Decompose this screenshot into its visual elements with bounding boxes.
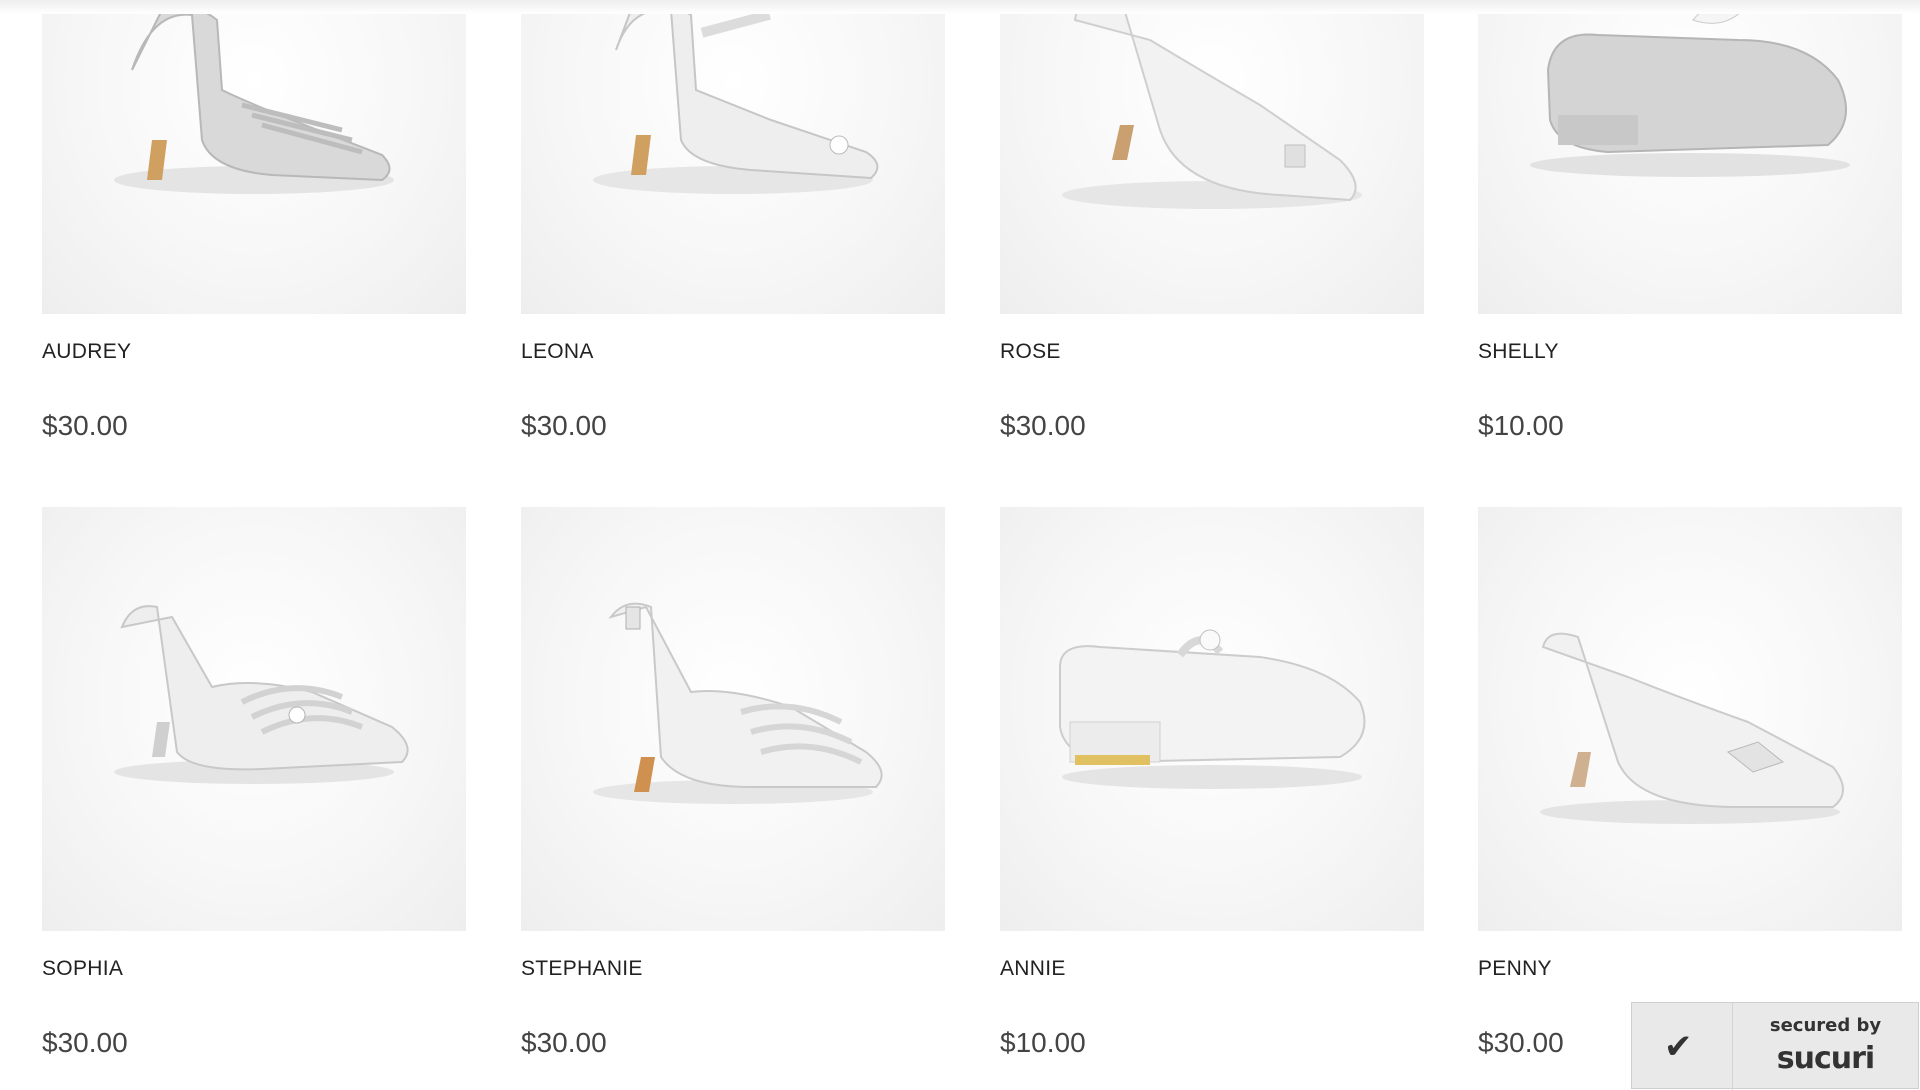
shoe-icon <box>593 602 883 804</box>
product-image[interactable] <box>521 0 945 314</box>
product-image[interactable] <box>42 0 466 314</box>
product-name[interactable]: AUDREY <box>42 340 131 364</box>
product-image[interactable] <box>42 507 466 931</box>
sucuri-security-badge[interactable]: ✔ secured by sucuri <box>1631 1002 1919 1090</box>
product-name[interactable]: ANNIE <box>1000 957 1066 981</box>
product-image[interactable] <box>1478 0 1902 314</box>
shoe-icon <box>1062 0 1362 209</box>
product-card[interactable]: ANNIE $10.00 <box>1000 507 1424 1058</box>
product-card[interactable]: ROSE $30.00 <box>1000 0 1424 441</box>
product-price: $30.00 <box>521 410 607 441</box>
shoe-icon <box>114 605 409 784</box>
product-card[interactable]: LEONA $30.00 <box>521 0 945 441</box>
header-shadow <box>0 0 1920 14</box>
product-card[interactable]: SOPHIA $30.00 <box>42 507 466 1058</box>
product-name[interactable]: PENNY <box>1478 957 1552 981</box>
product-card[interactable]: SHELLY $10.00 <box>1478 0 1902 441</box>
product-price: $10.00 <box>1478 410 1564 441</box>
product-name[interactable]: STEPHANIE <box>521 957 643 981</box>
product-price: $30.00 <box>42 1027 128 1058</box>
product-name[interactable]: ROSE <box>1000 340 1061 364</box>
shoe-icon <box>1059 629 1366 789</box>
product-image[interactable] <box>1000 507 1424 931</box>
sucuri-logo: sucuri <box>1776 1041 1875 1076</box>
product-image[interactable] <box>521 507 945 931</box>
badge-secured-by-text: secured by <box>1769 1015 1882 1036</box>
shoe-icon <box>1540 632 1844 824</box>
product-image[interactable] <box>1000 0 1424 314</box>
shoe-icon <box>593 2 879 194</box>
checkmark-icon: ✔ <box>1664 1028 1693 1066</box>
product-price: $10.00 <box>1000 1027 1086 1058</box>
product-card[interactable]: STEPHANIE $30.00 <box>521 507 945 1058</box>
product-price: $30.00 <box>42 410 128 441</box>
product-name[interactable]: LEONA <box>521 340 594 364</box>
product-price: $30.00 <box>1478 1027 1564 1058</box>
shoe-icon <box>1530 1 1850 177</box>
product-name[interactable]: SHELLY <box>1478 340 1559 364</box>
product-card[interactable]: PENNY $30.00 <box>1478 507 1902 1058</box>
product-price: $30.00 <box>521 1027 607 1058</box>
product-price: $30.00 <box>1000 410 1086 441</box>
product-grid: AUDREY $30.00 LEONA $30.00 ROSE $30.00 S… <box>0 0 1920 1089</box>
product-image[interactable] <box>1478 507 1902 931</box>
product-name[interactable]: SOPHIA <box>42 957 123 981</box>
product-card[interactable]: AUDREY $30.00 <box>42 0 466 441</box>
shoe-icon <box>114 5 394 194</box>
